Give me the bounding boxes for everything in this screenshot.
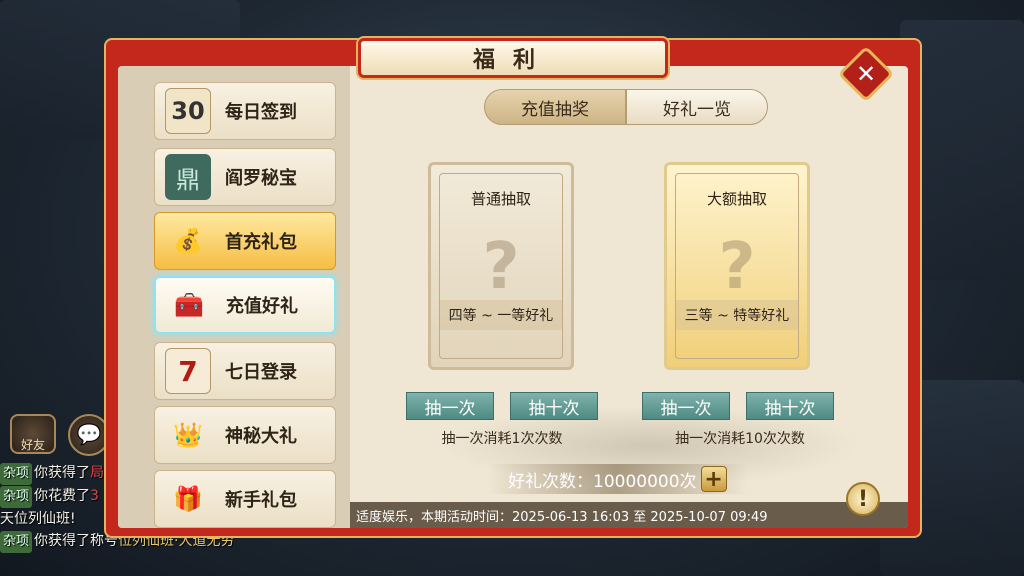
panel-body: 30 每日签到 鼎 阎罗秘宝 💰 首充礼包 🧰 充值好礼 7 七日登录 👑 神秘…	[118, 66, 908, 528]
menu-item-newbie-gift[interactable]: 🎁 新手礼包	[154, 470, 336, 528]
menu-item-label: 充值好礼	[226, 296, 298, 317]
chat-text: 你花费了	[34, 488, 91, 504]
question-mark-icon: ?	[482, 230, 520, 304]
page-title-text: 福利	[472, 48, 553, 73]
big-draw-cost: 抽一次消耗10次次数	[675, 431, 805, 447]
menu-item-seven-day-login[interactable]: 7 七日登录	[154, 342, 336, 400]
help-button[interactable]: !	[846, 482, 880, 516]
big-draw-ten-button[interactable]: 抽十次	[746, 392, 834, 420]
treasure-chest-icon: 🧰	[174, 291, 204, 319]
chat-text: 天位列仙班!	[0, 511, 76, 527]
friend-button[interactable]: 好友	[10, 414, 56, 454]
card-title: 大额抽取	[706, 190, 767, 208]
gold-chest-icon: 👑	[173, 421, 203, 449]
menu-item-yanluo-treasure[interactable]: 鼎 阎罗秘宝	[154, 148, 336, 206]
close-icon: ✕	[855, 60, 877, 88]
calendar-seven-icon: 7	[165, 348, 211, 394]
card-title: 普通抽取	[470, 190, 531, 208]
big-draw-once-button[interactable]: 抽一次	[642, 392, 730, 420]
card-frame: 普通抽取 ? 四等 ~ 一等好礼	[439, 173, 563, 359]
card-reward-range: 三等 ~ 特等好礼	[676, 300, 798, 330]
chat-tag: 杂项	[0, 531, 33, 553]
gift-box-icon: 🎁	[173, 485, 203, 513]
sidebar: 30 每日签到 鼎 阎罗秘宝 💰 首充礼包 🧰 充值好礼 7 七日登录 👑 神秘…	[118, 66, 350, 528]
tab-gift-overview[interactable]: 好礼一览	[626, 89, 768, 125]
question-mark-icon: ?	[718, 230, 756, 304]
menu-item-label: 神秘大礼	[225, 426, 297, 447]
menu-item-label: 阎罗秘宝	[225, 168, 297, 189]
menu-item-label: 七日登录	[225, 362, 297, 383]
chat-text: 你获得了	[34, 465, 91, 481]
chat-highlight: 局	[90, 465, 105, 481]
normal-draw-card: 普通抽取 ? 四等 ~ 一等好礼	[428, 162, 574, 370]
bronze-cauldron-icon: 鼎	[165, 154, 211, 200]
calendar-check-icon: 30	[165, 88, 211, 134]
menu-item-label: 首充礼包	[225, 232, 297, 253]
card-reward-range: 四等 ~ 一等好礼	[440, 300, 562, 330]
welfare-panel: 30 每日签到 鼎 阎罗秘宝 💰 首充礼包 🧰 充值好礼 7 七日登录 👑 神秘…	[104, 38, 922, 538]
menu-item-label: 新手礼包	[225, 490, 297, 511]
big-draw-card: 大额抽取 ? 三等 ~ 特等好礼	[664, 162, 810, 370]
tab-bar: 充值抽奖 好礼一览	[484, 89, 768, 125]
friend-label: 好友	[20, 438, 45, 452]
content-area: 充值抽奖 好礼一览 普通抽取 ? 四等 ~ 一等好礼 大额抽取 ? 三等 ~ 特…	[350, 66, 908, 528]
menu-item-recharge-gift[interactable]: 🧰 充值好礼	[154, 276, 336, 334]
add-count-button[interactable]: +	[700, 466, 727, 492]
chat-highlight: 3	[90, 488, 99, 504]
gold-bag-icon: 💰	[173, 227, 203, 255]
normal-draw-ten-button[interactable]: 抽十次	[510, 392, 598, 420]
gift-count: 好礼次数：10000000次 +	[488, 464, 747, 494]
menu-item-daily-signin[interactable]: 30 每日签到	[154, 82, 336, 140]
tab-recharge-lottery[interactable]: 充值抽奖	[484, 89, 626, 125]
notice-text: 适度娱乐，本期活动时间：2025-06-13 16:03 至 2025-10-0…	[356, 509, 768, 525]
menu-item-label: 每日签到	[225, 102, 297, 123]
menu-item-mystery-gift[interactable]: 👑 神秘大礼	[154, 406, 336, 464]
card-frame: 大额抽取 ? 三等 ~ 特等好礼	[675, 173, 799, 359]
chat-tag: 杂项	[0, 486, 33, 508]
page-title: 福利	[358, 38, 668, 78]
menu-item-first-recharge[interactable]: 💰 首充礼包	[154, 212, 336, 270]
gift-count-text: 好礼次数：10000000次	[508, 471, 697, 492]
activity-notice: 适度娱乐，本期活动时间：2025-06-13 16:03 至 2025-10-0…	[350, 502, 908, 528]
normal-draw-once-button[interactable]: 抽一次	[406, 392, 494, 420]
chat-tag: 杂项	[0, 463, 33, 485]
normal-draw-cost: 抽一次消耗1次次数	[441, 431, 563, 447]
